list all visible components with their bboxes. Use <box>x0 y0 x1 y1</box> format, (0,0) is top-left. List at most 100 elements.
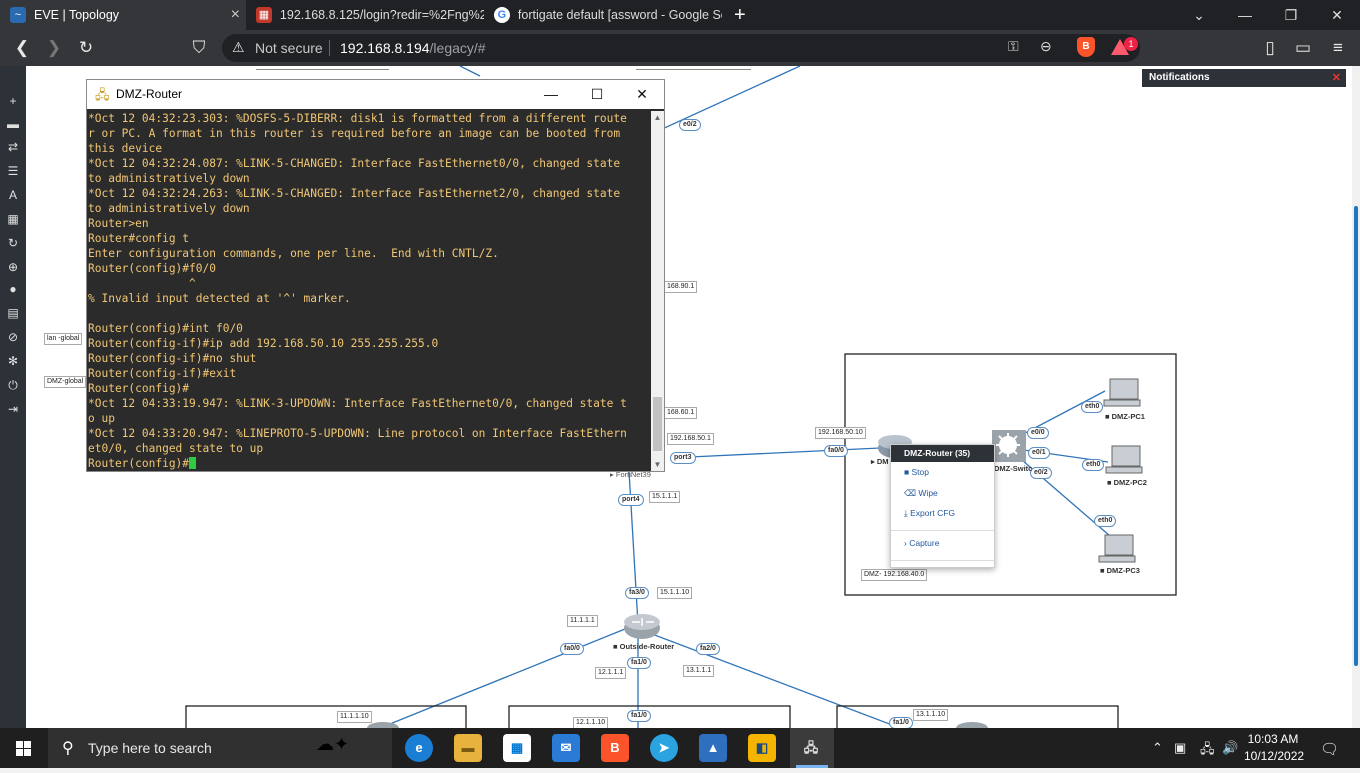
refresh-icon[interactable]: ↻ <box>4 234 22 252</box>
close-window-button[interactable]: ✕ <box>1314 0 1360 30</box>
scrollbar-thumb[interactable] <box>653 397 662 451</box>
chevron-up-icon[interactable]: ⌃ <box>1152 740 1163 756</box>
url-text[interactable]: 192.168.8.194/legacy/# <box>340 40 486 56</box>
scroll-down-icon[interactable]: ▼ <box>651 458 664 471</box>
brave-shield-icon[interactable]: B <box>1077 37 1095 57</box>
node-label-outside-router[interactable]: ■ Outside-Router <box>613 642 674 651</box>
settings-gear-icon[interactable]: ✻ <box>4 352 22 370</box>
nodes-icon[interactable]: ▬ <box>4 115 22 133</box>
store-icon[interactable]: ▦ <box>503 734 531 762</box>
lock-icon[interactable]: ⊘ <box>4 328 22 346</box>
scrollbar-thumb[interactable] <box>1354 206 1358 666</box>
terminal-line: et0/0, changed state to up <box>88 442 264 455</box>
notifications-icon[interactable]: 🗨 <box>1320 740 1339 758</box>
port-label: fa1/0 <box>627 657 651 669</box>
tab-eve-topology[interactable]: ~ EVE | Topology × <box>0 0 246 30</box>
new-tab-button[interactable]: + <box>728 0 758 30</box>
canvas-scrollbar[interactable] <box>1352 66 1360 728</box>
scroll-up-icon[interactable]: ▲ <box>651 111 664 124</box>
url-host: 192.168.8.194 <box>340 40 430 56</box>
terminal-output[interactable]: *Oct 12 04:32:23.303: %DOSFS-5-DIBERR: d… <box>88 111 651 471</box>
brave-icon[interactable]: B <box>601 734 629 762</box>
sidebar-icon[interactable]: ▯ <box>1258 36 1282 60</box>
minimize-button[interactable]: — <box>1222 0 1268 30</box>
add-object-icon[interactable]: + <box>4 92 22 110</box>
node-label-pc1[interactable]: ■ DMZ-PC1 <box>1105 412 1145 421</box>
status-icon[interactable]: ● <box>4 280 22 298</box>
tab-login[interactable]: ▦ 192.168.8.125/login?redir=%2Fng%2F <box>246 0 484 30</box>
grid-icon[interactable]: ▦ <box>4 210 22 228</box>
lab-details-icon[interactable]: ▤ <box>4 304 22 322</box>
taskbar-search[interactable]: ⚲ Type here to search ☁✦ <box>48 728 392 768</box>
mail-icon[interactable]: ✉ <box>552 734 580 762</box>
dmz-switch-icon <box>992 430 1026 462</box>
network-label-dmz[interactable]: DMZ- 192.168.40.0 <box>861 569 928 581</box>
menu-item-export-cfg[interactable]: ⤓ Export CFG <box>904 508 955 519</box>
node-label-switch[interactable]: DMZ-Switc <box>994 464 1032 473</box>
menu-item-capture[interactable]: › Capture <box>904 538 939 548</box>
battery-icon[interactable]: ▣ <box>1174 740 1186 756</box>
menu-item-wipe[interactable]: ⌫ Wipe <box>904 488 938 499</box>
maximize-button[interactable]: ☐ <box>574 80 620 109</box>
close-tab-icon[interactable]: × <box>231 0 240 30</box>
tab-search-chevron-icon[interactable]: ⌄ <box>1176 0 1222 30</box>
logout-icon[interactable]: ⇥ <box>4 400 22 418</box>
zoom-icon[interactable]: ⊕ <box>4 258 22 276</box>
tab-google[interactable]: G fortigate default [assword - Google Se <box>484 0 722 30</box>
browser-tab-bar: ~ EVE | Topology × ▦ 192.168.8.125/login… <box>0 0 1360 30</box>
startup-configs-icon[interactable]: ☰ <box>4 162 22 180</box>
terminal-line: this device <box>88 142 163 155</box>
terminal-titlebar[interactable]: 🖧 DMZ-Router — ☐ ✕ <box>87 80 664 109</box>
reload-button[interactable]: ↻ <box>74 36 98 60</box>
networks-icon[interactable]: ⇄ <box>4 138 22 156</box>
clock[interactable]: 10:03 AM 10/12/2022 <box>1244 731 1304 765</box>
volume-icon[interactable]: 🔊 <box>1222 740 1238 756</box>
node-label-pc2[interactable]: ■ DMZ-PC2 <box>1107 478 1147 487</box>
putty-icon[interactable]: 🖧 <box>797 734 825 762</box>
text-label-dmz[interactable]: DMZ-global <box>44 376 87 388</box>
key-icon[interactable]: ⚿ <box>1008 38 1019 55</box>
node-name: DMZ-PC2 <box>1113 478 1147 487</box>
menu-icon[interactable]: ≡ <box>1326 36 1350 60</box>
zoom-icon[interactable]: ⊖ <box>1040 38 1052 55</box>
port-label: fa1/0 <box>627 710 651 722</box>
terminal-line: *Oct 12 04:32:23.303: %DOSFS-5-DIBERR: d… <box>88 112 627 125</box>
ip-label: 11.1.1.1 <box>567 615 598 627</box>
top-label-stub <box>636 66 751 69</box>
node-label-pc3[interactable]: ■ DMZ-PC3 <box>1100 566 1140 575</box>
close-icon[interactable]: ✕ <box>1332 69 1341 87</box>
file-explorer-icon[interactable]: ▬ <box>454 734 482 762</box>
terminal-line: *Oct 12 04:32:24.263: %LINK-5-CHANGED: I… <box>88 187 621 200</box>
security-status[interactable]: Not secure <box>255 40 323 56</box>
bookmark-icon[interactable]: ⛉ <box>187 36 211 60</box>
app-icon[interactable]: ◧ <box>748 734 776 762</box>
terminal-line: *Oct 12 04:33:20.947: %LINEPROTO-5-UPDOW… <box>88 427 627 440</box>
text-label-lan[interactable]: lan -global <box>44 333 83 345</box>
chevron-right-icon: › <box>904 538 907 548</box>
network-icon[interactable]: 🖧 <box>1200 740 1215 762</box>
node-label-dmz-router[interactable]: ▸ DM <box>871 457 889 466</box>
terminal-line: to administratively down <box>88 202 250 215</box>
telegram-icon[interactable]: ➤ <box>650 734 678 762</box>
terminal-line: Router(config)# <box>88 382 190 395</box>
minimize-button[interactable]: — <box>528 80 574 109</box>
wallet-icon[interactable]: ▭ <box>1291 36 1315 60</box>
terminal-window[interactable]: 🖧 DMZ-Router — ☐ ✕ *Oct 12 04:32:23.303:… <box>86 79 665 472</box>
terminal-line: to administratively down <box>88 172 250 185</box>
ip-label: 168.60.1 <box>664 407 698 419</box>
power-icon[interactable]: ⏻ <box>4 376 22 394</box>
port-label: fa3/0 <box>625 587 649 599</box>
close-button[interactable]: ✕ <box>619 80 665 109</box>
address-bar[interactable]: ⚠ Not secure 192.168.8.194/legacy/# ⚿ ⊖ <box>222 34 1140 62</box>
restore-button[interactable]: ❐ <box>1268 0 1314 30</box>
back-button[interactable]: ❮ <box>10 36 34 60</box>
forward-button[interactable]: ❯ <box>42 36 66 60</box>
terminal-scrollbar[interactable]: ▲ ▼ <box>651 111 664 471</box>
terminal-line: Router#config t <box>88 232 190 245</box>
text-icon[interactable]: A <box>4 186 22 204</box>
photos-icon[interactable]: ▲ <box>699 734 727 762</box>
menu-item-stop[interactable]: ■ Stop <box>904 467 929 477</box>
edge-icon[interactable]: e <box>405 734 433 762</box>
warning-triangle-icon[interactable]: ⚠ <box>232 39 245 56</box>
start-button[interactable] <box>0 728 48 768</box>
